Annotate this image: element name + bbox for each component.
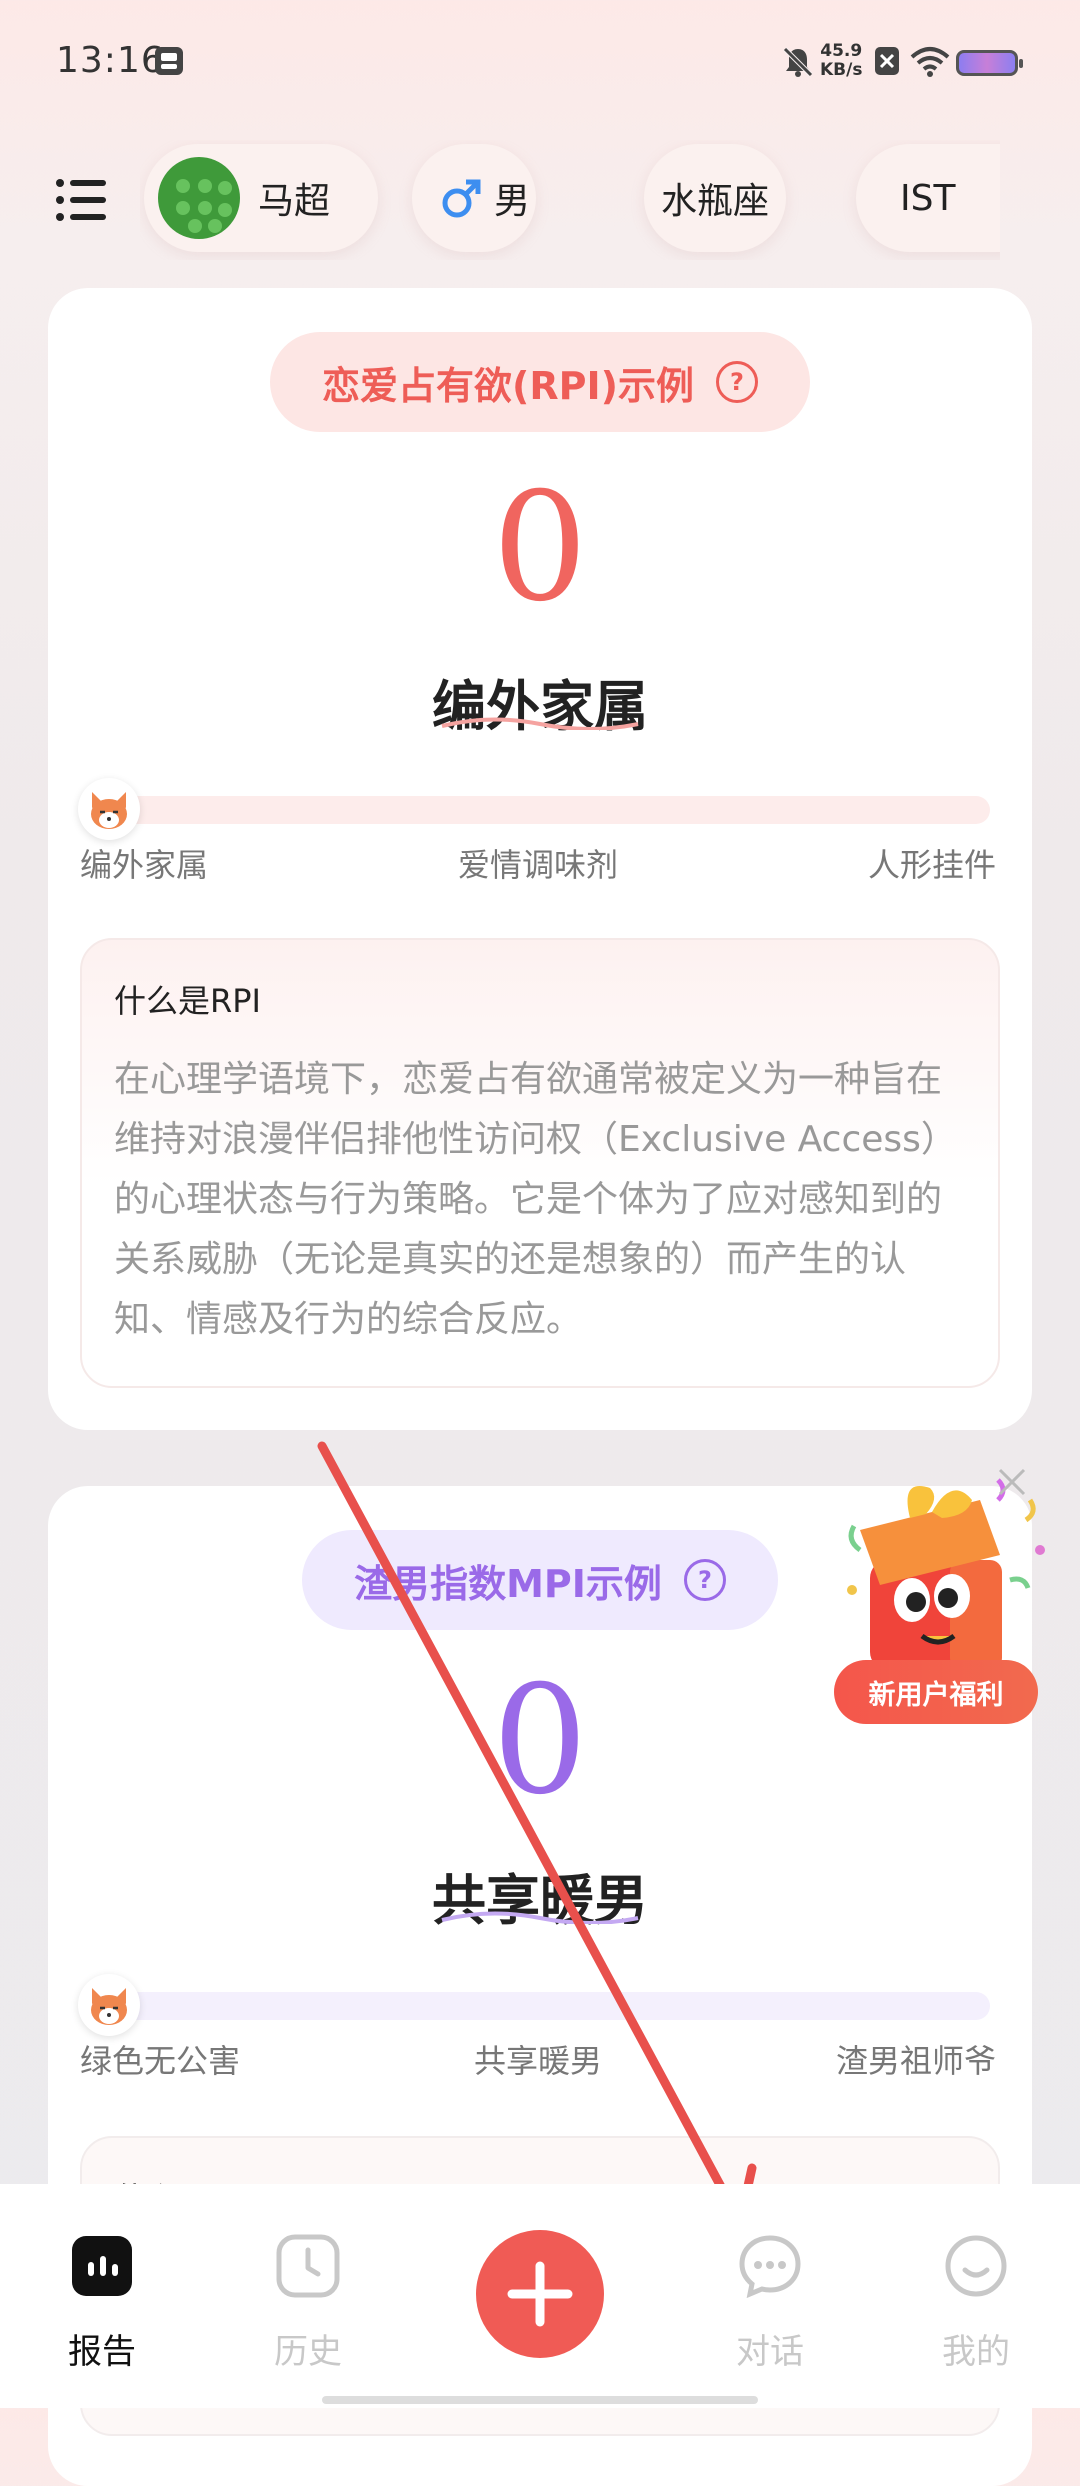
status-time: 13:16 xyxy=(56,40,165,81)
status-bar: 13:16 45.9 KB/s xyxy=(0,0,1080,120)
top-bar: 马超 男 水瓶座 IST xyxy=(0,140,1080,260)
chip-mbti[interactable]: IST xyxy=(856,144,1000,252)
close-icon[interactable] xyxy=(996,1466,1028,1498)
mpi-scale-high: 渣男祖师爷 xyxy=(836,2042,997,2080)
mute-bell-icon xyxy=(783,47,813,77)
profile-chips: 马超 男 水瓶座 IST xyxy=(140,140,1000,260)
rpi-info-title: 什么是RPI xyxy=(114,982,261,1020)
rpi-scale-high: 人形挂件 xyxy=(868,846,997,884)
net-speed-value: 45.9 xyxy=(820,41,863,61)
tab-chat[interactable]: 对话 xyxy=(700,2234,840,2384)
help-icon[interactable]: ? xyxy=(683,1559,726,1601)
plus-icon xyxy=(507,2261,573,2327)
rpi-score: 0 xyxy=(492,461,588,635)
report-icon xyxy=(72,2236,132,2296)
mpi-level-underline xyxy=(441,1911,639,1924)
chat-icon xyxy=(739,2235,801,2299)
mpi-scale-mid: 共享暖男 xyxy=(474,2042,603,2080)
battery-icon xyxy=(956,50,1023,76)
tab-report-label: 报告 xyxy=(68,2332,136,2372)
notification-app-icon xyxy=(155,47,183,75)
mpi-title: 渣男指数MPI示例 xyxy=(354,1561,662,1606)
rpi-info-body: 在心理学语境下，恋爱占有欲通常被定义为一种旨在维持对浪漫伴侣排他性访问权（Exc… xyxy=(114,1059,957,1340)
home-indicator[interactable] xyxy=(322,2396,758,2404)
tab-history-label: 历史 xyxy=(274,2332,342,2372)
rpi-info-box: 什么是RPI 在心理学语境下，恋爱占有欲通常被定义为一种旨在维持对浪漫伴侣排他性… xyxy=(80,938,1000,1388)
rpi-card: 恋爱占有欲(RPI)示例 ? 0 编外家属 编外家属 爱情调味剂 人形挂件 什么… xyxy=(48,288,1032,1430)
tab-mine[interactable]: 我的 xyxy=(906,2234,1046,2384)
avatar xyxy=(158,157,240,239)
chip-gender[interactable]: 男 xyxy=(412,144,536,252)
help-icon[interactable]: ? xyxy=(716,361,758,403)
chip-zodiac[interactable]: 水瓶座 xyxy=(644,144,786,252)
chip-gender-label: 男 xyxy=(494,181,531,222)
wifi-icon xyxy=(910,47,950,77)
male-icon xyxy=(442,179,481,218)
rpi-scale-low: 编外家属 xyxy=(80,846,209,884)
rpi-scale-mid: 爱情调味剂 xyxy=(458,846,619,884)
smile-icon xyxy=(945,2235,1007,2297)
fox-marker-icon xyxy=(78,1974,140,2036)
mpi-scale-low: 绿色无公害 xyxy=(80,2042,241,2080)
new-user-benefit-button[interactable]: 新用户福利 xyxy=(834,1660,1038,1724)
net-speed: 45.9 KB/s xyxy=(820,42,862,80)
mpi-title-pill[interactable]: 渣男指数MPI示例 ? xyxy=(302,1530,778,1630)
rpi-title: 恋爱占有欲(RPI)示例 xyxy=(322,363,694,408)
tab-chat-label: 对话 xyxy=(736,2332,804,2372)
rpi-level-underline xyxy=(441,717,639,730)
clock-icon xyxy=(276,2234,340,2298)
add-button[interactable] xyxy=(476,2230,604,2358)
rpi-title-pill[interactable]: 恋爱占有欲(RPI)示例 ? xyxy=(270,332,810,432)
rpi-scale-track xyxy=(86,796,990,824)
net-speed-unit: KB/s xyxy=(820,60,863,80)
tab-report[interactable]: 报告 xyxy=(32,2234,172,2384)
chip-nickname[interactable]: 马超 xyxy=(144,144,378,252)
fox-marker-icon xyxy=(78,778,140,840)
chip-zodiac-label: 水瓶座 xyxy=(660,181,769,222)
menu-icon[interactable] xyxy=(56,178,106,222)
sim-off-icon xyxy=(875,47,899,75)
chip-nickname-label: 马超 xyxy=(258,181,331,222)
mpi-scale-track xyxy=(86,1992,990,2020)
tab-mine-label: 我的 xyxy=(942,2332,1010,2372)
tab-history[interactable]: 历史 xyxy=(238,2234,378,2384)
chip-mbti-label: IST xyxy=(900,177,956,219)
